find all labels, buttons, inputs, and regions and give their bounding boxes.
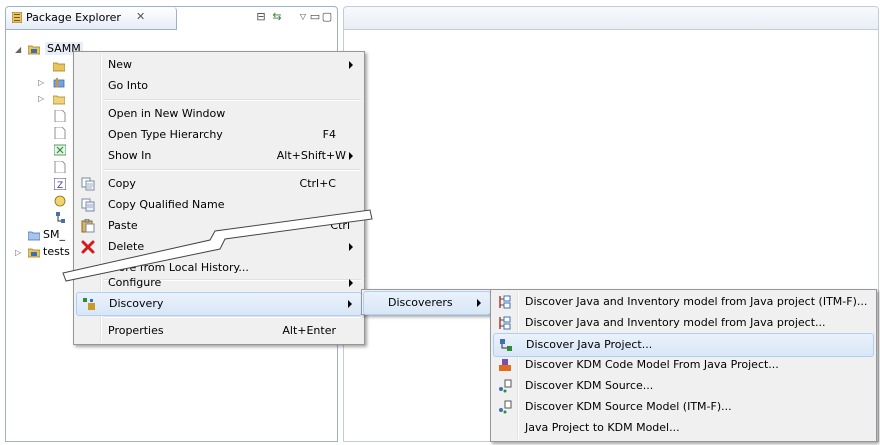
discovery-submenu: Discoverers [361, 289, 493, 315]
close-icon[interactable]: ✕ [136, 10, 145, 23]
menu-separator [104, 169, 361, 171]
kdm-source-icon [499, 400, 512, 414]
package-explorer-icon [12, 12, 22, 23]
menu-item-discover-java-inventory[interactable]: Discover Java and Inventory model from J… [493, 312, 874, 334]
copy-icon [81, 177, 95, 191]
source-folder-icon [53, 62, 65, 72]
menu-item-shortcut: Alt+Shift+W [276, 149, 346, 162]
menu-separator [104, 99, 361, 101]
package-explorer-title: Package Explorer [26, 11, 121, 24]
menu-item-new[interactable]: New [76, 54, 362, 76]
menu-item-label: Go Into [108, 79, 149, 92]
menu-item-discovery[interactable]: Discovery [76, 292, 362, 316]
closed-project-icon [28, 231, 40, 241]
menu-item-label: Discover Java Project... [526, 338, 653, 351]
menu-item-discover-kdm-source-model-itm-f[interactable]: Discover KDM Source Model (ITM-F)... [493, 396, 874, 418]
submenu-arrow-icon [349, 61, 353, 69]
java-project-icon [28, 45, 40, 55]
menu-item-label: Copy [108, 177, 136, 190]
model-file-icon: Z [54, 178, 66, 190]
file-icon [54, 110, 66, 122]
menu-item-label: Discover Java and Inventory model from J… [525, 316, 826, 329]
java-inventory-icon [499, 316, 511, 330]
menu-item-properties[interactable]: Properties Alt+Enter [76, 320, 362, 342]
menu-item-shortcut: F4 [322, 128, 336, 141]
java-inventory-icon [499, 295, 511, 309]
file-icon [54, 127, 66, 139]
menu-item-label: Discoverers [388, 296, 453, 309]
menu-item-label: Open in New Window [108, 107, 226, 120]
menu-item-open-in-new-window[interactable]: Open in New Window [76, 103, 362, 125]
menu-item-label: Discover KDM Source... [525, 379, 654, 392]
menu-item-label: New [108, 58, 132, 71]
menu-separator [104, 316, 361, 318]
link-with-editor-icon[interactable]: ⇆ [270, 10, 284, 24]
java-project-icon [28, 248, 40, 258]
submenu-arrow-icon [349, 152, 353, 160]
menu-item-shortcut: Ctrl+C [299, 177, 336, 190]
menu-item-label: Properties [108, 324, 164, 337]
spreadsheet-file-icon [54, 144, 66, 156]
collapse-all-icon[interactable]: ⊟ [254, 10, 268, 24]
java-project-icon [500, 339, 512, 351]
collapsed-arrow-icon[interactable]: ▷ [38, 78, 44, 87]
menu-item-go-into[interactable]: Go Into [76, 75, 362, 97]
discovery-icon [83, 298, 95, 310]
menu-item-label: Discover KDM Code Model From Java Projec… [525, 358, 779, 371]
folder-icon [53, 95, 65, 105]
kdm-source-icon [499, 379, 512, 393]
menu-item-label: Discover KDM Source Model (ITM-F)... [525, 400, 732, 413]
collapsed-arrow-icon[interactable]: ▷ [15, 248, 21, 257]
menu-item-copy[interactable]: Copy Ctrl+C [76, 173, 362, 195]
menu-item-discover-kdm-code-model[interactable]: Discover KDM Code Model From Java Projec… [493, 354, 874, 376]
menu-item-java-project-to-kdm-model[interactable]: Java Project to KDM Model... [493, 417, 874, 439]
expanded-arrow-icon[interactable]: ◢ [15, 45, 21, 54]
menu-item-label: Discovery [109, 297, 164, 310]
file-icon [54, 161, 66, 173]
view-toolbar: ⊟ ⇆ ▽ ▭ ▢ [254, 10, 334, 26]
screenshot-cut-marker [62, 209, 373, 282]
context-menu: New Go Into Open in New Window Open Type… [73, 51, 365, 345]
menu-item-discoverers[interactable]: Discoverers [363, 291, 491, 315]
menu-item-open-type-hierarchy[interactable]: Open Type Hierarchy F4 [76, 124, 362, 146]
tree-item-sm[interactable]: SM_ [6, 227, 65, 243]
submenu-arrow-icon [348, 300, 352, 308]
maximize-icon[interactable]: ▢ [320, 10, 334, 24]
menu-item-show-in[interactable]: Show In Alt+Shift+W [76, 145, 362, 167]
menu-item-discover-java-inventory-itm-f[interactable]: Discover Java and Inventory model from J… [493, 291, 874, 313]
package-explorer-tab[interactable]: Package Explorer ✕ [6, 7, 177, 30]
menu-item-discover-kdm-source[interactable]: Discover KDM Source... [493, 375, 874, 397]
menu-item-label: Show In [108, 149, 152, 162]
menu-item-label: Discover Java and Inventory model from J… [525, 295, 868, 308]
editor-tab-strip [344, 7, 878, 30]
kdm-code-icon [499, 359, 511, 371]
svg-text:Z: Z [57, 181, 63, 190]
submenu-arrow-icon [477, 299, 481, 307]
collapsed-arrow-icon[interactable]: ▷ [38, 94, 44, 103]
discoverers-submenu: Discover Java and Inventory model from J… [490, 289, 877, 442]
library-icon [53, 78, 65, 88]
menu-item-label: Java Project to KDM Model... [525, 421, 680, 434]
menu-item-shortcut: Alt+Enter [282, 324, 336, 337]
menu-item-label: Open Type Hierarchy [108, 128, 223, 141]
